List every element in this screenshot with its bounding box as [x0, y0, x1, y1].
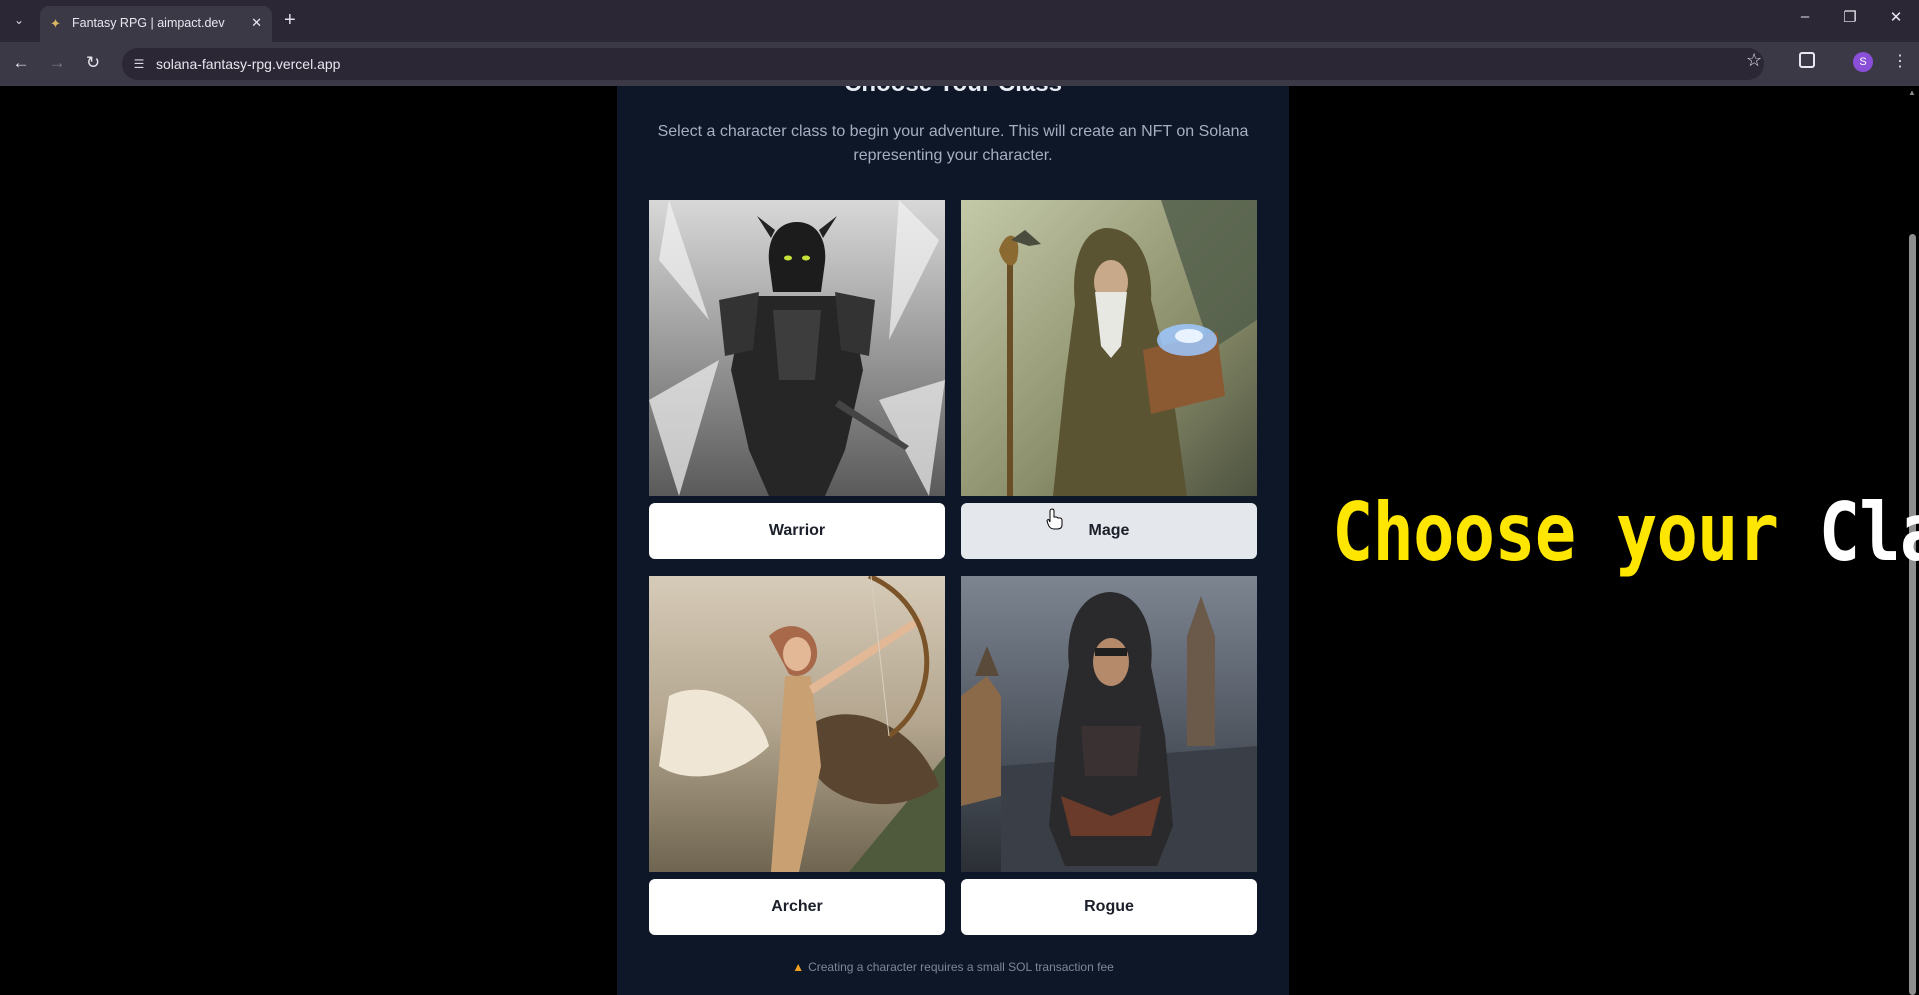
mage-image[interactable]	[961, 200, 1257, 496]
class-card-rogue: Rogue	[961, 576, 1257, 935]
mage-button[interactable]: Mage	[961, 503, 1257, 559]
favicon-icon: ✦	[50, 16, 61, 31]
overlay-caption-part1: Choose your	[1332, 486, 1779, 579]
archer-button[interactable]: Archer	[649, 879, 945, 935]
class-card-mage: Mage	[961, 200, 1257, 559]
overlay-caption-part2: Class	[1818, 486, 1919, 579]
close-tab-icon[interactable]: ✕	[251, 15, 262, 31]
rogue-button[interactable]: Rogue	[961, 879, 1257, 935]
tab-list-chevron-icon[interactable]: ⌄	[8, 9, 30, 31]
overlay-caption: Choose your Class	[1332, 486, 1919, 579]
fee-note: ▲ Creating a character requires a small S…	[617, 960, 1289, 974]
archer-image[interactable]	[649, 576, 945, 872]
rogue-image[interactable]	[961, 576, 1257, 872]
back-arrow-icon[interactable]: ←	[10, 53, 32, 73]
warrior-button[interactable]: Warrior	[649, 503, 945, 559]
fee-note-text: Creating a character requires a small SO…	[808, 960, 1114, 974]
profile-avatar[interactable]: S	[1853, 52, 1873, 72]
scroll-up-arrow-icon[interactable]: ▲	[1908, 88, 1916, 97]
extensions-puzzle-icon[interactable]	[1799, 52, 1815, 68]
window-close-icon[interactable]: ✕	[1884, 8, 1908, 26]
new-tab-plus-icon[interactable]: +	[284, 8, 296, 32]
browser-menu-icon[interactable]: ⋮	[1892, 52, 1908, 72]
restore-icon[interactable]: ❐	[1838, 8, 1862, 26]
bookmark-star-icon[interactable]: ☆	[1746, 50, 1762, 71]
forward-arrow-icon[interactable]: →	[46, 53, 68, 73]
class-card-warrior: Warrior	[649, 200, 945, 559]
hand-cursor-icon	[1046, 508, 1063, 530]
tab-title: Fantasy RPG | aimpact.dev	[72, 16, 225, 30]
page-viewport: Choose Your Class Select a character cla…	[0, 86, 1919, 995]
class-card-archer: Archer	[649, 576, 945, 935]
intro-text: Select a character class to begin your a…	[657, 123, 1249, 164]
minimize-icon[interactable]: –	[1793, 8, 1817, 25]
warrior-image[interactable]	[649, 200, 945, 496]
reload-icon[interactable]: ↻	[82, 53, 104, 73]
site-info-icon[interactable]: ☰	[131, 56, 147, 72]
warning-icon: ▲	[792, 960, 805, 974]
scrollbar-thumb[interactable]	[1909, 234, 1916, 995]
url-text[interactable]: solana-fantasy-rpg.vercel.app	[156, 56, 340, 72]
address-bar[interactable]: ☰ solana-fantasy-rpg.vercel.app	[122, 48, 1764, 80]
class-selection-panel: Choose Your Class Select a character cla…	[617, 86, 1289, 995]
browser-toolbar: ← → ↻ ☰ solana-fantasy-rpg.vercel.app ☆ …	[0, 42, 1919, 86]
browser-tab[interactable]: ✦ Fantasy RPG | aimpact.dev ✕	[40, 6, 272, 42]
browser-tab-bar: ⌄ ✦ Fantasy RPG | aimpact.dev ✕ + – ❐ ✕	[0, 0, 1919, 42]
section-title: Choose Your Class	[617, 86, 1289, 98]
